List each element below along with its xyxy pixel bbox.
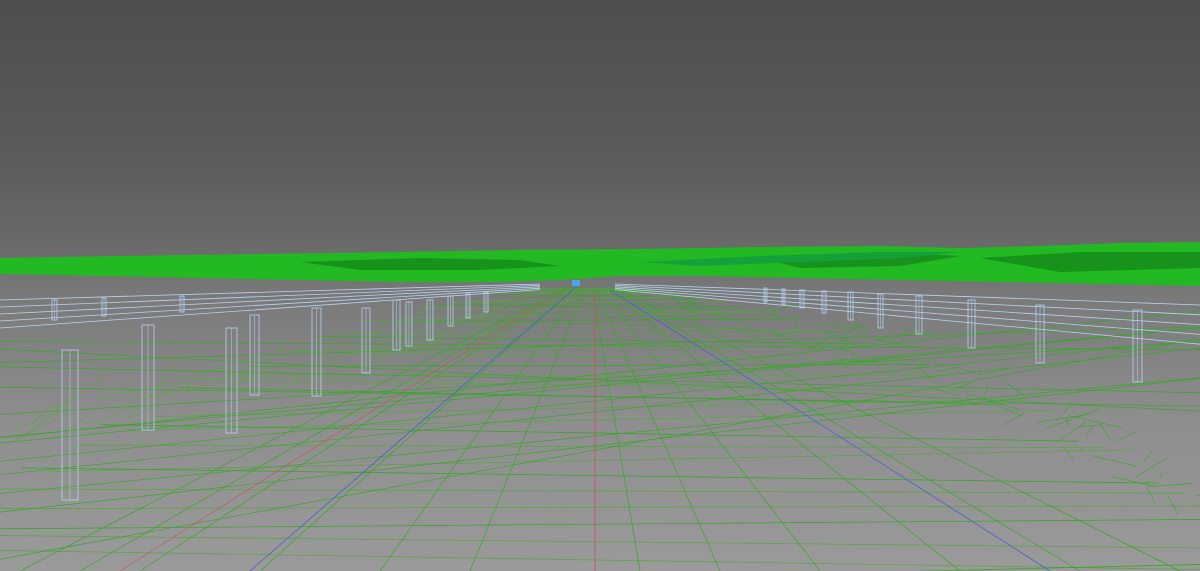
mesh-radial-line (598, 286, 821, 571)
embankment-right-edge (887, 330, 935, 338)
embankment-right-edge (1086, 425, 1094, 436)
guard-rail-right (614, 286, 1200, 325)
embankment-right-edge (689, 308, 701, 316)
embankment-right-edge (819, 321, 870, 328)
embankment-right-edge (1116, 431, 1136, 442)
embankment-right-edge (1093, 455, 1137, 467)
embankment-right-edge (1145, 480, 1150, 483)
mesh-horizontal-line (0, 519, 1200, 530)
mesh-diagonal-line (0, 338, 1200, 560)
embankment-right-edge (1006, 382, 1026, 397)
mesh-horizontal-line (0, 535, 1200, 549)
embankment-left-edge (173, 357, 252, 384)
guard-rail-left (0, 287, 541, 322)
embankment-right-edge (639, 305, 675, 314)
guard-rail-right (614, 285, 1200, 316)
embankment-right-edge (1057, 421, 1087, 442)
axis-lines (119, 287, 1051, 571)
axis-blue-left (249, 287, 576, 571)
embankment-right-edge (1143, 450, 1153, 462)
mesh-horizontal-line (48, 449, 1132, 472)
embankment-right-edge (942, 341, 956, 356)
embankment-right-edge (794, 313, 798, 330)
mesh-diagonal-line (0, 310, 1200, 439)
wireframe-scene[interactable] (0, 0, 1200, 571)
mesh-diagonal-line (0, 347, 1200, 476)
embankment-right-edge (983, 382, 989, 401)
mesh-radial-line (591, 286, 641, 571)
embankment-left-edge (130, 376, 170, 415)
embankment-right-edge (952, 381, 974, 391)
embankment-right-edge (1063, 403, 1073, 413)
mesh-diagonal-line (0, 377, 1200, 494)
embankment-right-edge (672, 296, 691, 311)
mesh-radial-line (609, 286, 1081, 571)
embankment-right-edge (1167, 494, 1179, 515)
terrain-far (0, 242, 1200, 286)
mesh-diagonal-line (0, 326, 1200, 363)
embankment-left-edge (340, 356, 387, 369)
guard-rail-right (614, 283, 1200, 306)
embankment-right-edge (936, 388, 960, 397)
mesh-radial-line (604, 286, 961, 571)
guard-rail-left (0, 283, 541, 301)
axis-blue-right (609, 289, 1051, 571)
mesh-diagonal-line (0, 339, 1200, 462)
embankment-right-edge (737, 330, 753, 333)
embankment-left-edge (52, 375, 105, 412)
mesh-horizontal-line (127, 409, 1053, 431)
mesh-horizontal-line (0, 550, 1200, 571)
embankment-right-edge (814, 331, 867, 352)
embankment-left-edge (155, 380, 180, 402)
embankment-left-edge (52, 392, 85, 413)
embankment-right-edge (1147, 483, 1193, 488)
mesh-horizontal-line (470, 295, 710, 302)
embankment-right-edge (935, 366, 961, 372)
3d-viewport[interactable] (0, 0, 1200, 571)
mesh-horizontal-line (0, 505, 1200, 509)
embankment-right-edge (1195, 494, 1200, 497)
embankment-right-edge (1134, 457, 1167, 478)
mesh-radial-line (139, 286, 573, 571)
mesh-diagonal-line (0, 327, 1200, 438)
embankment-right-edge (709, 313, 752, 324)
mesh-radial-line (613, 286, 1181, 571)
embankment-left-edge (14, 409, 62, 442)
embankment-left-edge (456, 309, 533, 347)
embankment-left-edge (185, 377, 249, 408)
embankment-right-edge (696, 313, 699, 327)
embankment-right-edge (1003, 412, 1025, 425)
mesh-diagonal-line (0, 348, 1200, 412)
guard-rail-left (0, 285, 541, 308)
embankment-right-edge (1147, 487, 1156, 504)
camera-target-marker-icon[interactable] (572, 280, 580, 286)
mesh-horizontal-line (101, 424, 1079, 442)
embankment-right-edge (1035, 414, 1088, 423)
mesh-horizontal-line (273, 350, 907, 363)
embankment-left-edge (475, 305, 498, 321)
guard-rail-right (614, 289, 1200, 345)
mesh-radial-line (259, 286, 578, 571)
mesh-horizontal-line (21, 467, 1159, 484)
embankment-right-edge (896, 320, 923, 338)
mesh-radial-line (19, 286, 568, 571)
mesh-horizontal-line (912, 564, 1200, 571)
guard-rail-left (0, 286, 541, 315)
embankment-left-edge (366, 320, 403, 361)
wireframe-mesh (0, 286, 1200, 571)
embankment-right-edge (917, 365, 937, 384)
mesh-horizontal-line (453, 300, 727, 303)
mesh-radial-line (379, 286, 582, 571)
